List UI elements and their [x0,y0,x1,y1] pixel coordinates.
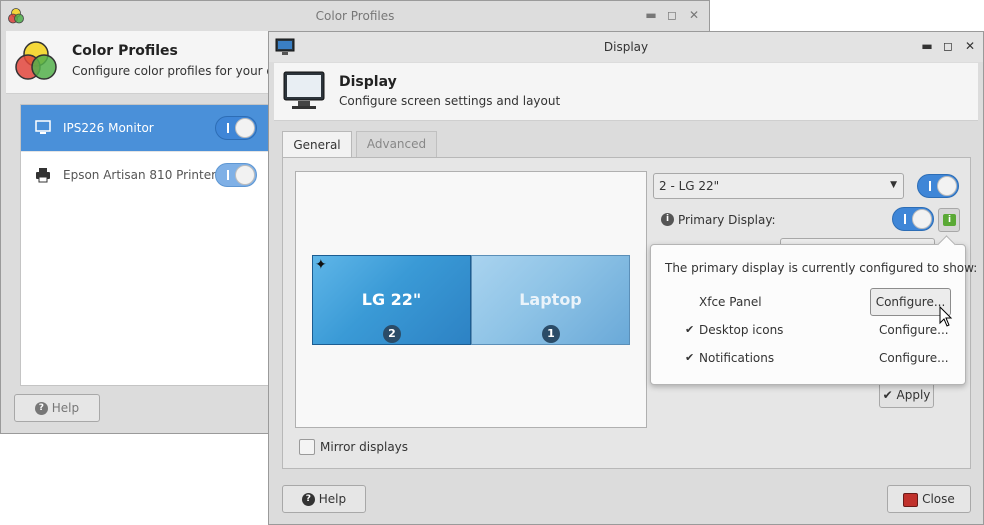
display-header-icon [282,69,326,116]
device-label: Epson Artisan 810 Printer [63,168,217,182]
color-profiles-header-title: Color Profiles [72,43,178,59]
device-row-epson-printer[interactable]: Epson Artisan 810 Printer [21,151,281,198]
color-profiles-help-button[interactable]: ? Help [14,394,100,422]
monitor-lg22[interactable]: ✦ LG 22" 2 [312,255,471,345]
maximize-icon[interactable]: ◻ [941,39,955,53]
notifications-label: Notifications [699,351,775,365]
monitor-number-badge: 1 [542,325,560,343]
display-window-title: Display [603,40,649,54]
color-profiles-window-title: Color Profiles [315,9,395,23]
primary-display-info-button[interactable]: i [938,208,960,232]
monitor-laptop[interactable]: Laptop 1 [471,255,630,345]
display-header-subtitle: Configure screen settings and layout [339,94,561,108]
color-profiles-titlebar[interactable]: Color Profiles ▬ ◻ ✕ [1,1,709,31]
help-icon: ? [301,493,315,506]
tab-advanced[interactable]: Advanced [356,131,437,157]
configure-label: Configure... [875,295,946,309]
tab-general[interactable]: General [282,131,352,158]
mirror-displays-label[interactable]: Mirror displays [320,440,408,454]
monitor-number-badge: 2 [383,325,401,343]
desktop-icons-label: Desktop icons [699,323,784,337]
chevron-down-icon: ▼ [890,180,897,190]
notification-info-icon: i [943,214,956,226]
tab-advanced-label: Advanced [366,137,427,151]
printer-icon [35,167,51,186]
apply-label: Apply [896,388,931,402]
device-toggle[interactable] [215,163,257,187]
monitor-icon [35,120,51,139]
display-header: Display Configure screen settings and la… [274,63,978,121]
display-preview-canvas[interactable]: ✦ LG 22" 2 Laptop 1 [295,171,647,428]
primary-display-popover: The primary display is currently configu… [650,235,977,385]
display-titlebar[interactable]: Display ▬ ◻ ✕ [269,32,983,62]
apply-button[interactable]: ✔ Apply [879,382,934,408]
minimize-icon[interactable]: ▬ [920,39,934,53]
monitor-label: Laptop [519,290,582,309]
mirror-displays-checkbox[interactable] [299,439,315,455]
check-icon: ✔ [882,388,893,402]
window-close-icon [903,492,919,507]
close-icon[interactable]: ✕ [963,39,977,53]
primary-display-toggle[interactable] [892,207,934,231]
display-close-button[interactable]: Close [887,485,971,513]
display-enabled-toggle[interactable] [917,174,959,198]
help-label: Help [51,401,80,415]
device-label: IPS226 Monitor [63,121,154,135]
display-header-title: Display [339,74,397,90]
desktop-icons-check-icon: ✔ [685,323,695,336]
configure-notifications-button[interactable]: Configure... [879,351,949,365]
device-row-ips226-monitor[interactable]: IPS226 Monitor [21,105,281,151]
close-label: Close [922,492,955,506]
monitor-label: LG 22" [361,290,422,309]
help-label: Help [318,492,347,506]
display-select[interactable]: 2 - LG 22" ▼ [653,173,904,199]
tab-general-label: General [293,138,341,152]
notifications-check-icon: ✔ [685,351,695,364]
color-profiles-header-icon [14,39,58,86]
display-help-button[interactable]: ? Help [282,485,366,513]
close-icon[interactable]: ✕ [687,8,701,22]
device-toggle[interactable] [215,116,257,140]
primary-star-icon: ✦ [315,257,327,273]
minimize-icon[interactable]: ▬ [644,8,658,22]
maximize-icon[interactable]: ◻ [665,8,679,22]
info-icon: i [661,213,674,226]
primary-display-label: Primary Display: [678,213,776,227]
help-icon: ? [34,402,48,415]
xfce-panel-label: Xfce Panel [699,295,762,309]
mouse-cursor-icon [939,305,953,331]
popover-message: The primary display is currently configu… [665,261,978,275]
display-select-value: 2 - LG 22" [659,179,720,193]
